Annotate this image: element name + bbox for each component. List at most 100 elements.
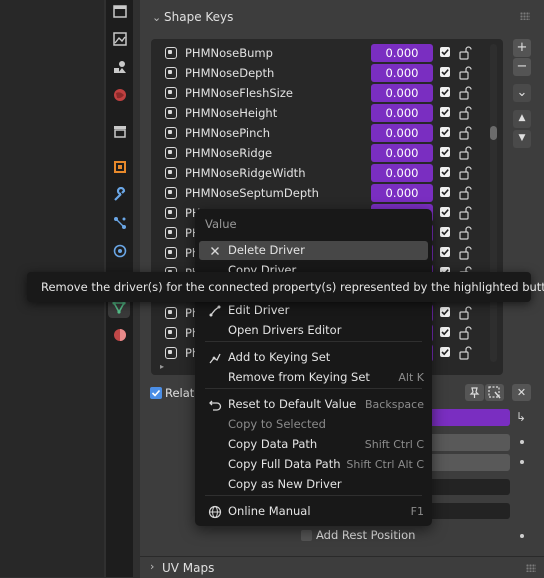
keyframe-dot-icon[interactable] <box>520 534 524 538</box>
menu-item-online-manual[interactable]: Online Manual F1 <box>199 502 428 521</box>
range-max-field[interactable] <box>428 454 510 471</box>
shape-key-name: PHMNoseBump <box>185 46 273 60</box>
tool-tab-icon[interactable] <box>112 3 128 19</box>
modifier-tab-icon[interactable] <box>112 186 128 203</box>
shape-key-name: PHMNoseRidgeWidth <box>185 166 306 180</box>
remove-shape-key-button[interactable]: − <box>513 58 531 76</box>
shape-key-mute-checkbox[interactable] <box>440 347 450 357</box>
edit-mode-icon <box>488 386 501 399</box>
shape-key-row[interactable]: PHMNoseDepth 0.000 <box>155 63 501 83</box>
menu-item-remove-from-keying-set[interactable]: Remove from Keying Set Alt K <box>199 368 428 387</box>
lock-icon[interactable] <box>457 125 473 141</box>
shape-key-row[interactable]: PHMNoseFleshSize 0.000 <box>155 83 501 103</box>
shape-key-value-slider[interactable]: 0.000 <box>371 144 433 162</box>
shape-key-mute-checkbox[interactable] <box>440 307 450 317</box>
lock-icon[interactable] <box>457 45 473 61</box>
shape-key-row[interactable]: PHMNoseSeptumDepth 0.000 <box>155 183 501 203</box>
relative-checkbox[interactable] <box>150 387 162 399</box>
move-down-button[interactable]: ▼ <box>513 130 531 148</box>
add-shape-key-button[interactable]: + <box>513 39 531 57</box>
shape-key-value-slider[interactable]: 0.000 <box>371 104 433 122</box>
shape-key-mute-checkbox[interactable] <box>440 87 450 97</box>
scene-tab-icon[interactable] <box>112 59 128 75</box>
physics-tab-icon[interactable] <box>112 243 128 259</box>
shape-key-row[interactable]: PHMNoseRidge 0.000 <box>155 143 501 163</box>
shape-key-icon <box>165 87 177 99</box>
uv-maps-panel-header[interactable]: › UV Maps <box>140 556 544 578</box>
clear-button[interactable]: ✕ <box>512 384 531 401</box>
list-resize-icon[interactable]: ▸ <box>160 362 164 371</box>
object-tab-icon[interactable] <box>112 159 128 175</box>
menu-item-open-drivers-editor[interactable]: Open Drivers Editor <box>199 321 428 340</box>
collection-tab-icon[interactable] <box>112 123 128 139</box>
relative-label: Relati <box>165 386 198 400</box>
lock-icon[interactable] <box>457 165 473 181</box>
lock-icon[interactable] <box>457 145 473 161</box>
shape-key-row[interactable]: PHMNosePinch 0.000 <box>155 123 501 143</box>
shape-key-row[interactable]: PHMNoseHeight 0.000 <box>155 103 501 123</box>
vertex-group-field[interactable] <box>428 479 510 495</box>
lock-icon[interactable] <box>457 305 473 321</box>
shape-key-mute-checkbox[interactable] <box>440 207 450 217</box>
particles-tab-icon[interactable] <box>112 215 128 231</box>
menu-item-shortcut: Alt K <box>398 371 424 384</box>
range-min-field[interactable] <box>428 434 510 451</box>
shape-key-row[interactable]: PHMNoseBump 0.000 <box>155 43 501 63</box>
shape-key-value-slider[interactable]: 0.000 <box>371 64 433 82</box>
driver-link-icon[interactable]: ↳ <box>516 410 526 424</box>
menu-item-copy-full-data-path[interactable]: Copy Full Data Path Shift Ctrl Alt C <box>199 455 428 474</box>
shape-key-mute-checkbox[interactable] <box>440 147 450 157</box>
lock-icon[interactable] <box>457 85 473 101</box>
keyframe-dot-icon[interactable] <box>520 460 524 464</box>
lock-icon[interactable] <box>457 205 473 221</box>
edit-mode-button[interactable] <box>485 384 504 401</box>
shape-key-icon <box>165 247 177 259</box>
menu-item-delete-driver[interactable]: Delete Driver <box>199 241 428 260</box>
menu-item-copy-as-new-driver[interactable]: Copy as New Driver <box>199 475 428 494</box>
world-tab-icon[interactable] <box>112 87 128 103</box>
shape-key-specials-button[interactable]: ⌄ <box>513 84 531 102</box>
menu-item-reset-to-default-value[interactable]: Reset to Default Value Backspace <box>199 395 428 414</box>
lock-icon[interactable] <box>457 185 473 201</box>
value-slider[interactable] <box>428 409 510 426</box>
material-tab-icon[interactable] <box>112 327 128 343</box>
uv-maps-title: UV Maps <box>162 561 215 575</box>
shape-key-row[interactable]: PHMNoseRidgeWidth 0.000 <box>155 163 501 183</box>
shape-key-value-slider[interactable]: 0.000 <box>371 184 433 202</box>
shape-key-mute-checkbox[interactable] <box>440 167 450 177</box>
lock-icon[interactable] <box>457 65 473 81</box>
shape-key-value-slider[interactable]: 0.000 <box>371 124 433 142</box>
lock-icon[interactable] <box>457 325 473 341</box>
shape-keys-panel-header[interactable]: ⌄ Shape Keys <box>146 6 538 30</box>
lock-icon[interactable] <box>457 225 473 241</box>
keyframe-dot-icon[interactable] <box>520 440 524 444</box>
scrollbar-thumb[interactable] <box>490 126 497 140</box>
menu-item-edit-driver[interactable]: Edit Driver <box>199 301 428 320</box>
add-rest-position-checkbox[interactable] <box>301 530 312 541</box>
drag-grip-icon[interactable] <box>526 564 536 572</box>
shape-key-mute-checkbox[interactable] <box>440 67 450 77</box>
shape-key-icon <box>165 147 177 159</box>
shape-key-value-slider[interactable]: 0.000 <box>371 164 433 182</box>
render-tab-icon[interactable] <box>112 31 128 47</box>
shape-key-mute-checkbox[interactable] <box>440 247 450 257</box>
shape-key-mute-checkbox[interactable] <box>440 127 450 137</box>
lock-icon[interactable] <box>457 105 473 121</box>
menu-item-add-to-keying-set[interactable]: Add to Keying Set <box>199 348 428 367</box>
relative-to-field[interactable] <box>428 503 510 519</box>
drag-grip-icon[interactable] <box>520 12 530 20</box>
list-scrollbar[interactable] <box>490 44 497 362</box>
menu-item-label: Online Manual <box>228 504 311 518</box>
shape-key-mute-checkbox[interactable] <box>440 107 450 117</box>
shape-key-value-slider[interactable]: 0.000 <box>371 84 433 102</box>
lock-icon[interactable] <box>457 245 473 261</box>
lock-icon[interactable] <box>457 345 473 361</box>
shape-key-value-slider[interactable]: 0.000 <box>371 44 433 62</box>
shape-key-mute-checkbox[interactable] <box>440 227 450 237</box>
move-up-button[interactable]: ▲ <box>513 110 531 128</box>
pin-button[interactable] <box>465 384 484 401</box>
shape-key-mute-checkbox[interactable] <box>440 47 450 57</box>
menu-item-copy-data-path[interactable]: Copy Data Path Shift Ctrl C <box>199 435 428 454</box>
shape-key-mute-checkbox[interactable] <box>440 327 450 337</box>
shape-key-mute-checkbox[interactable] <box>440 187 450 197</box>
